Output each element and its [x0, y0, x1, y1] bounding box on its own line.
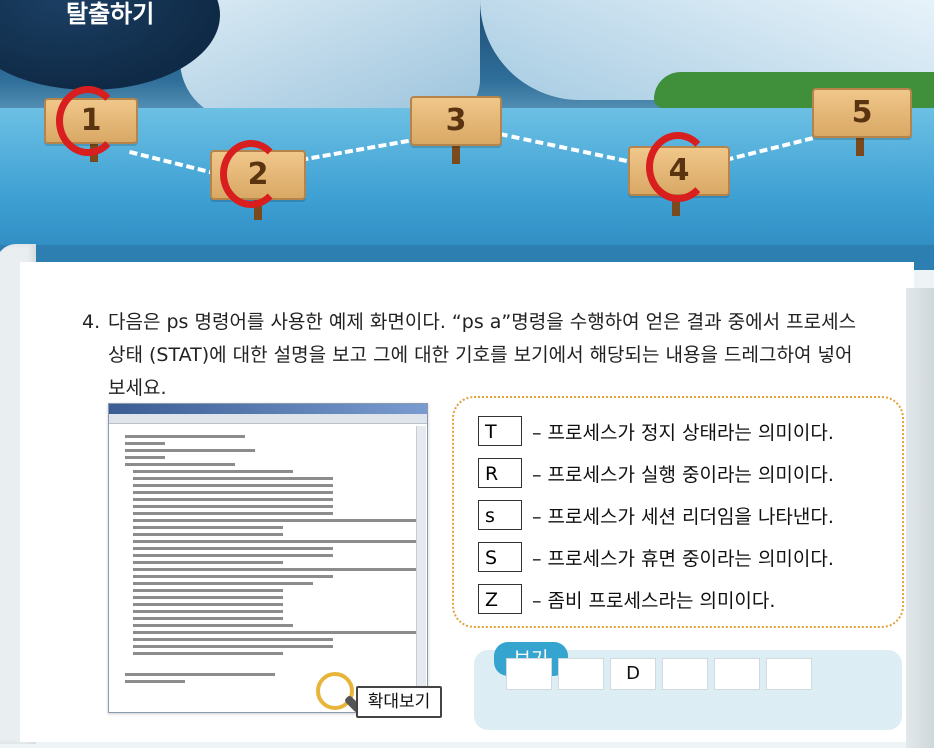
zoom-button[interactable]: 확대보기 — [312, 672, 442, 720]
completed-ring-icon — [220, 140, 282, 208]
completed-ring-icon — [56, 86, 120, 156]
terminal-screenshot[interactable] — [108, 403, 428, 713]
choice-chip[interactable] — [714, 658, 760, 690]
terminal-menubar — [109, 414, 427, 424]
drop-slot[interactable]: T — [478, 416, 522, 446]
answer-description: – 프로세스가 휴면 중이라는 의미이다. — [532, 548, 834, 570]
question-number: 4. — [82, 311, 101, 333]
terminal-titlebar — [109, 404, 427, 414]
choice-chip[interactable]: D — [610, 658, 656, 690]
drop-slot[interactable]: Z — [478, 584, 522, 614]
answer-description: – 좀비 프로세스라는 의미이다. — [532, 590, 776, 612]
choice-chip[interactable] — [558, 658, 604, 690]
drop-slot[interactable]: S — [478, 542, 522, 572]
page-title: 탈출하기 — [66, 0, 155, 28]
drop-slot[interactable]: s — [478, 500, 522, 530]
answer-description: – 프로세스가 실행 중이라는 의미이다. — [532, 464, 834, 486]
choice-chip[interactable] — [662, 658, 708, 690]
terminal-text-lines — [125, 435, 424, 684]
answer-description: – 프로세스가 정지 상태라는 의미이다. — [532, 422, 834, 444]
stage-sign-5[interactable]: 5 — [812, 88, 912, 138]
choice-chip[interactable] — [506, 658, 552, 690]
answer-panel: T – 프로세스가 정지 상태라는 의미이다. R – 프로세스가 실행 중이라… — [452, 396, 904, 628]
paper-edge — [906, 288, 934, 748]
terminal-scrollbar[interactable] — [416, 426, 426, 710]
question: 4. 다음은 ps 명령어를 사용한 예제 화면이다. “ps a”명령을 수행… — [82, 306, 862, 405]
zoom-label: 확대보기 — [356, 686, 442, 718]
stage-sign-3[interactable]: 3 — [410, 96, 502, 146]
terminal-output — [112, 426, 424, 710]
stage-banner: 탈출하기 1 2 3 4 5 — [0, 0, 934, 270]
answer-description: – 프로세스가 세션 리더임을 나타낸다. — [532, 506, 834, 528]
completed-ring-icon — [646, 132, 710, 202]
drop-slot[interactable]: R — [478, 458, 522, 488]
question-text: 다음은 ps 명령어를 사용한 예제 화면이다. “ps a”명령을 수행하여 … — [108, 311, 857, 399]
choice-chip[interactable] — [766, 658, 812, 690]
